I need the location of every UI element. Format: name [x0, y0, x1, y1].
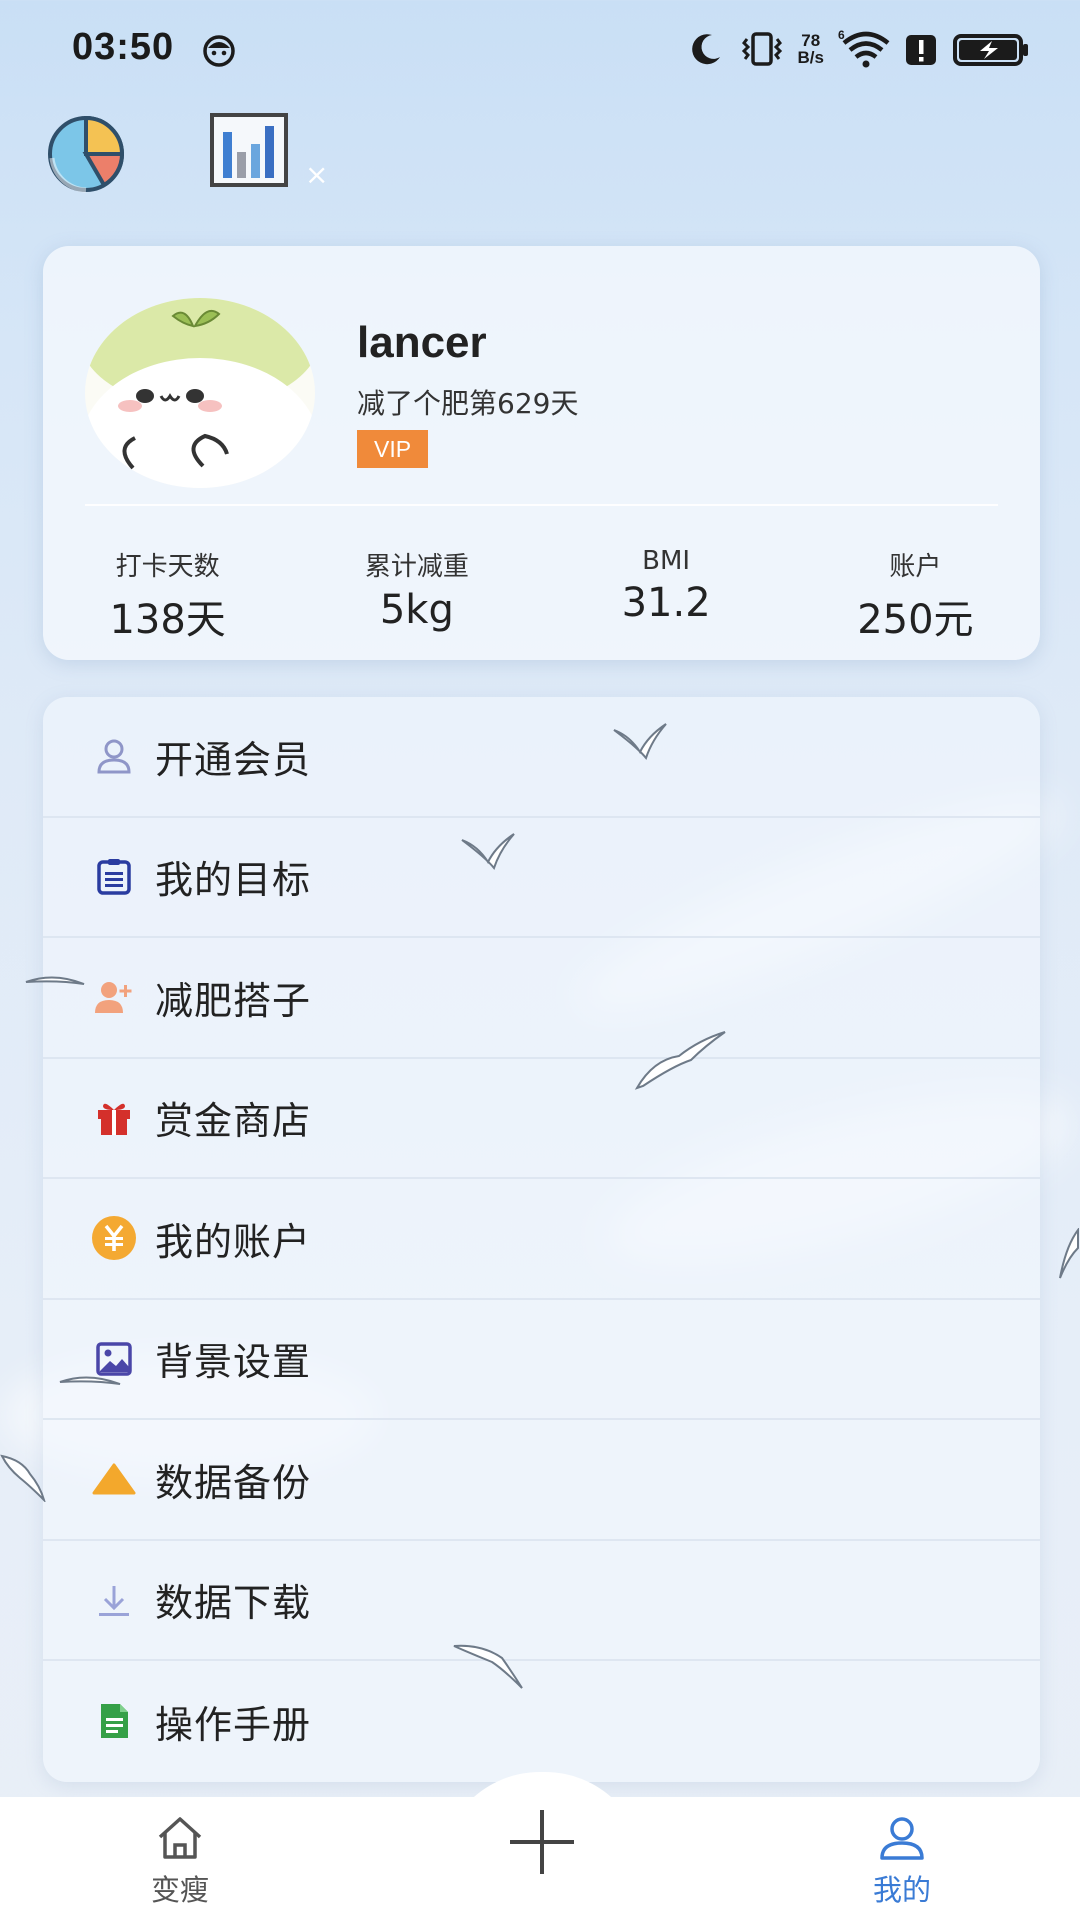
add-friend-icon	[91, 974, 137, 1020]
top-toolbar: ×	[0, 108, 1080, 208]
download-icon	[91, 1577, 137, 1623]
menu-label: 减肥搭子	[155, 978, 312, 1023]
net-speed-value: 78	[801, 31, 821, 50]
stat-label: 打卡天数	[115, 552, 220, 582]
settings-menu: 开通会员 我的目标 减肥搭子 赏金商店 我的账户 背景设置 数据备份 数据下载 …	[43, 697, 1040, 1782]
menu-label: 数据备份	[155, 1460, 312, 1505]
battery-charging-icon	[953, 34, 1028, 66]
stat-bmi[interactable]: BMI 31.2	[542, 546, 791, 646]
user-icon	[91, 733, 137, 779]
divider	[85, 504, 998, 506]
close-button[interactable]: ×	[305, 158, 328, 191]
status-bar: 03:50 78 B/s 6	[0, 0, 1080, 100]
menu-item-background[interactable]: 背景设置	[43, 1300, 1040, 1420]
triangle-icon	[91, 1456, 137, 1502]
stat-value: 31.2	[621, 580, 711, 626]
stat-label: 累计减重	[364, 552, 469, 582]
avatar-image	[85, 298, 315, 488]
menu-label: 数据下载	[155, 1581, 312, 1626]
menu-label: 开通会员	[155, 737, 312, 782]
net-speed: 78 B/s	[798, 32, 824, 66]
menu-item-membership[interactable]: 开通会员	[43, 697, 1040, 818]
face-icon	[203, 35, 235, 67]
stat-value: 250元	[857, 597, 974, 643]
stat-value: 138天	[109, 597, 226, 643]
menu-item-manual[interactable]: 操作手册	[43, 1661, 1040, 1782]
stat-value: 5kg	[379, 587, 454, 633]
seagull-decoration	[25, 976, 85, 985]
days-counter-text: 减了个肥第629天	[357, 387, 579, 420]
status-icons: 78 B/s 6	[686, 26, 1030, 72]
username: lancer	[357, 318, 487, 367]
menu-item-shop[interactable]: 赏金商店	[43, 1059, 1040, 1179]
avatar[interactable]	[85, 298, 315, 488]
stat-total-loss[interactable]: 累计减重 5kg	[292, 546, 541, 646]
profile-icon	[880, 1817, 924, 1860]
menu-label: 我的账户	[155, 1219, 312, 1264]
seagull-decoration	[453, 1644, 523, 1689]
status-time: 03:50	[72, 26, 175, 68]
nav-tab-slim[interactable]: 变瘦	[100, 1815, 260, 1909]
menu-label: 操作手册	[155, 1702, 312, 1747]
seagull-decoration	[613, 723, 667, 761]
seagull-decoration	[1059, 1228, 1079, 1279]
svg-text:6: 6	[838, 29, 845, 42]
seagull-decoration	[634, 1031, 726, 1090]
document-icon	[91, 1698, 137, 1744]
pie-chart-button[interactable]	[42, 108, 132, 198]
menu-item-buddy[interactable]: 减肥搭子	[43, 938, 1040, 1059]
stat-account[interactable]: 账户 250元	[791, 546, 1040, 646]
add-button[interactable]	[500, 1800, 584, 1884]
stat-checkin-days[interactable]: 打卡天数 138天	[43, 546, 292, 646]
plus-icon	[510, 1810, 574, 1874]
menu-label: 我的目标	[155, 858, 312, 903]
seagull-decoration	[461, 833, 515, 871]
stats-row: 打卡天数 138天 累计减重 5kg BMI 31.2 账户 250元	[43, 546, 1040, 646]
vip-badge[interactable]: VIP	[357, 430, 429, 468]
bar-chart-icon	[210, 113, 288, 187]
menu-item-account[interactable]: 我的账户	[43, 1179, 1040, 1300]
menu-item-download[interactable]: 数据下载	[43, 1541, 1040, 1661]
net-speed-unit: B/s	[797, 48, 824, 67]
pie-chart-icon	[48, 115, 125, 193]
profile-card: lancer 减了个肥第629天 VIP 打卡天数 138天 累计减重 5kg …	[43, 246, 1040, 660]
target-list-icon	[91, 854, 137, 900]
seagull-decoration	[59, 1376, 121, 1385]
stat-label: 账户	[889, 552, 942, 582]
alert-icon	[906, 35, 936, 65]
stat-label: BMI	[642, 546, 691, 576]
wifi-icon: 6	[838, 29, 890, 68]
menu-label: 背景设置	[155, 1340, 312, 1385]
menu-item-backup[interactable]: 数据备份	[43, 1420, 1040, 1541]
nav-label: 变瘦	[150, 1873, 209, 1907]
menu-label: 赏金商店	[155, 1099, 312, 1144]
nav-tab-mine[interactable]: 我的	[822, 1815, 982, 1909]
seagull-decoration	[0, 1454, 46, 1502]
yuan-coin-icon	[91, 1215, 137, 1261]
menu-item-goals[interactable]: 我的目标	[43, 818, 1040, 938]
gift-icon	[91, 1095, 137, 1141]
nav-label: 我的	[872, 1873, 931, 1907]
bar-chart-button[interactable]	[205, 108, 295, 198]
moon-icon	[691, 34, 720, 65]
vibrate-icon	[741, 32, 782, 66]
home-icon	[158, 1817, 202, 1859]
